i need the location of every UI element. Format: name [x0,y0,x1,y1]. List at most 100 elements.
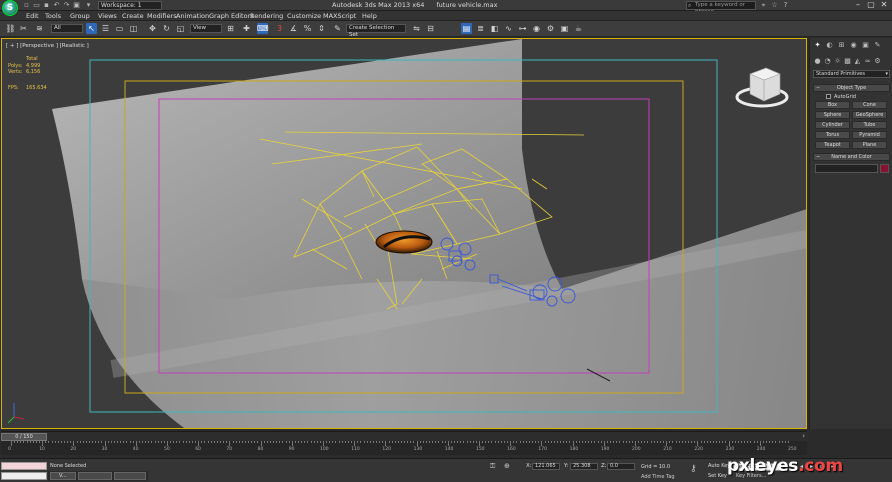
track-bar[interactable]: 0 10 20 30 40 50 60 70 80 90 100 110 120 130 140 150 160… [1,441,807,455]
next-frame-icon[interactable]: › [802,432,805,440]
object-color-swatch[interactable] [880,164,889,173]
layer-manager-icon[interactable]: ≣ [475,23,486,34]
helpers-icon[interactable]: ◭ [853,57,862,66]
modify-tab-icon[interactable]: ◐ [825,41,834,50]
menu-views[interactable]: Views [98,12,117,20]
time-slider[interactable]: 0 / 150 › [1,431,807,441]
systems-icon[interactable]: ⚙ [873,57,882,66]
dropdown-arrow-icon[interactable]: ▾ [84,1,93,10]
snaps-toggle-icon[interactable]: 3 [274,23,285,34]
add-time-tag-button[interactable]: Add Time Tag [641,474,675,480]
save-file-icon[interactable]: ▪ [42,1,51,10]
workspace-select[interactable]: Workspace: 1 [98,1,162,10]
select-scale-icon[interactable]: ◱ [175,23,186,34]
schematic-view-icon[interactable]: ⊶ [517,23,528,34]
star-icon[interactable]: ☆ [770,1,779,10]
mirror-icon[interactable]: ⇋ [411,23,422,34]
link-icon[interactable]: ⛓ [5,23,16,34]
menu-help[interactable]: Help [362,12,377,20]
bind-space-warp-icon[interactable]: ≋ [34,23,45,34]
align-icon[interactable]: ⊟ [425,23,436,34]
motion-tab-icon[interactable]: ◉ [849,41,858,50]
selection-filter-select[interactable]: All [51,24,83,33]
named-selection-select[interactable]: Create Selection Set [346,24,406,38]
project-folder-icon[interactable]: ▣ [72,1,81,10]
close-button[interactable]: ✕ [878,0,890,10]
box-button[interactable]: Box [815,101,850,109]
object-type-rollout-header[interactable]: − Object Type [813,84,890,92]
autogrid-checkbox[interactable]: AutoGrid [826,94,856,100]
angle-snap-icon[interactable]: ∡ [288,23,299,34]
menu-maxscript[interactable]: MAXScript [323,12,356,20]
cameras-icon[interactable]: ▩ [843,57,852,66]
lights-icon[interactable]: ☼ [833,57,842,66]
percent-snap-icon[interactable]: % [302,23,313,34]
taskbar-item[interactable] [114,472,146,480]
taskbar-item[interactable] [78,472,112,480]
select-rotate-icon[interactable]: ↻ [161,23,172,34]
tube-button[interactable]: Tube [852,121,887,129]
render-production-icon[interactable]: ☕ [573,23,584,34]
select-manipulate-icon[interactable]: ✚ [241,23,252,34]
sphere-button[interactable]: Sphere [815,111,850,119]
cone-button[interactable]: Cone [852,101,887,109]
utilities-tab-icon[interactable]: ✎ [873,41,882,50]
space-warps-icon[interactable]: ≈ [863,57,872,66]
search-input[interactable]: ⌕ Type a keyword or phrase [686,1,756,15]
taskbar-item[interactable]: V... [50,472,76,480]
maxscript-listener-input[interactable] [1,462,47,470]
menu-rendering[interactable]: Rendering [250,12,283,20]
material-editor-icon[interactable]: ◉ [531,23,542,34]
teapot-button[interactable]: Teapot [815,141,850,149]
menu-create[interactable]: Create [122,12,144,20]
shapes-icon[interactable]: ◔ [823,57,832,66]
hierarchy-tab-icon[interactable]: ⊞ [837,41,846,50]
undo-icon[interactable]: ↶ [52,1,61,10]
display-tab-icon[interactable]: ▣ [861,41,870,50]
select-object-icon[interactable]: ↖ [86,23,97,34]
torus-button[interactable]: Torus [815,131,850,139]
set-key-mode-icon[interactable]: ⚷ [690,464,697,474]
render-setup-icon[interactable]: ⚙ [545,23,556,34]
keyboard-shortcut-override-icon[interactable]: ⌨ [257,23,269,34]
pyramid-button[interactable]: Pyramid [852,131,887,139]
future-vehicle-mesh[interactable] [375,230,433,254]
help-icon[interactable]: ? [781,1,790,10]
open-file-icon[interactable]: ▭ [32,1,41,10]
perspective-viewport[interactable]: [ + ] [Perspective ] [Realistic ] Total … [1,38,807,429]
cylinder-button[interactable]: Cylinder [815,121,850,129]
create-tab-icon[interactable]: ✦ [813,41,822,50]
plane-button[interactable]: Plane [852,141,887,149]
menu-tools[interactable]: Tools [45,12,61,20]
select-move-icon[interactable]: ✥ [147,23,158,34]
scene-explorer-icon[interactable]: ▤ [461,23,472,34]
pivot-point-icon[interactable]: ⊞ [225,23,236,34]
menu-customize[interactable]: Customize [287,12,321,20]
maximize-button[interactable]: ▢ [865,0,877,10]
geosphere-button[interactable]: GeoSphere [852,111,887,119]
z-coord-field[interactable]: 0.0 [607,463,635,470]
selection-lock-icon[interactable]: ⚿ [490,462,495,471]
rectangular-selection-icon[interactable]: ▭ [114,23,125,34]
minimize-button[interactable]: – [852,0,864,10]
menu-graph-editors[interactable]: Graph Editors [209,12,254,20]
scene-canvas[interactable] [2,39,807,429]
graphite-toggle-icon[interactable]: ◧ [489,23,500,34]
menu-animation[interactable]: Animation [176,12,209,20]
menu-group[interactable]: Group [70,12,90,20]
binoculars-icon[interactable]: ⌖ [759,1,768,10]
y-coord-field[interactable]: 25.308 [570,463,598,470]
reference-coordinate-select[interactable]: View [190,24,222,33]
app-logo-icon[interactable]: S [2,0,18,16]
new-file-icon[interactable]: ▫ [22,1,31,10]
redo-icon[interactable]: ↷ [62,1,71,10]
name-color-rollout-header[interactable]: − Name and Color [813,153,890,161]
rendered-frame-window-icon[interactable]: ▣ [559,23,570,34]
maxscript-output-field[interactable] [1,472,47,480]
edit-named-selection-icon[interactable]: ✎ [332,23,343,34]
viewport-label-menu[interactable]: [ + ] [Perspective ] [Realistic ] [6,43,89,49]
object-name-input[interactable] [815,164,878,173]
menu-edit[interactable]: Edit [26,12,39,20]
x-coord-field[interactable]: 121.065 [532,463,560,470]
menu-modifiers[interactable]: Modifiers [147,12,177,20]
